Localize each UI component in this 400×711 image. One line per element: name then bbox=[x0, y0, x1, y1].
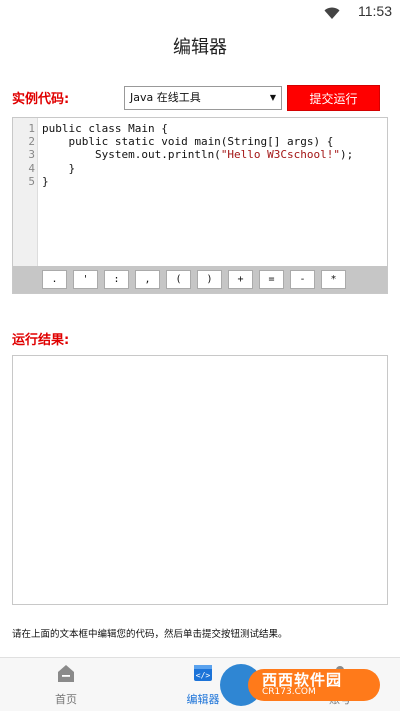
symbol-key[interactable]: + bbox=[228, 270, 253, 289]
status-time: 11:53 bbox=[358, 3, 392, 19]
code-line: } bbox=[42, 161, 76, 175]
code-line: public class Main { bbox=[42, 122, 168, 135]
code-text[interactable]: public class Main { public static void m… bbox=[42, 122, 353, 188]
nav-home[interactable]: 首页 bbox=[26, 662, 106, 707]
home-icon bbox=[55, 665, 77, 688]
symbol-toolbar: . ':, () + = - * bbox=[13, 266, 387, 293]
result-label: 运行结果: bbox=[12, 333, 70, 348]
line-numbers: 12345 bbox=[13, 122, 35, 188]
symbol-key[interactable]: : bbox=[104, 270, 129, 289]
code-line: } bbox=[42, 174, 49, 188]
symbol-key[interactable]: . bbox=[42, 270, 67, 289]
result-output bbox=[12, 355, 388, 605]
language-select[interactable]: Java 在线工具 ▼ bbox=[124, 86, 282, 110]
language-select-value: Java 在线工具 bbox=[130, 91, 201, 104]
symbol-key[interactable]: ' bbox=[73, 270, 98, 289]
code-label: 实例代码: bbox=[12, 92, 70, 107]
code-line: System.out.println("Hello W3Cschool!"); bbox=[42, 148, 354, 162]
line-number: 1 bbox=[28, 122, 35, 135]
line-number: 4 bbox=[28, 161, 35, 175]
status-bar: 11:53 bbox=[0, 0, 400, 24]
svg-text:</>: </> bbox=[196, 671, 211, 680]
dropdown-arrow-icon: ▼ bbox=[269, 93, 276, 102]
nav-home-label: 首页 bbox=[55, 693, 77, 706]
line-number: 2 bbox=[28, 135, 35, 149]
symbol-key[interactable]: - bbox=[290, 270, 315, 289]
submit-run-button[interactable]: 提交运行 bbox=[287, 85, 380, 111]
watermark-logo: 西西软件园 CR173.COM bbox=[220, 664, 380, 706]
code-editor-icon: </> bbox=[192, 665, 214, 688]
page-title: 编辑器 bbox=[173, 37, 227, 58]
symbol-key[interactable]: * bbox=[321, 270, 346, 289]
line-number: 5 bbox=[28, 174, 35, 188]
symbol-key[interactable]: = bbox=[259, 270, 284, 289]
line-number: 3 bbox=[28, 148, 35, 162]
instruction-text: 请在上面的文本框中编辑您的代码，然后单击提交按钮测试结果。 bbox=[12, 629, 288, 640]
code-editor[interactable]: 12345 public class Main { public static … bbox=[12, 117, 388, 294]
watermark-site: CR173.COM bbox=[262, 687, 316, 697]
code-line: public static void main(String[] args) { bbox=[42, 135, 334, 149]
line-number-gutter: 12345 bbox=[13, 118, 38, 266]
wifi-icon bbox=[324, 5, 340, 24]
symbol-key[interactable]: ) bbox=[197, 270, 222, 289]
symbol-key[interactable]: , bbox=[135, 270, 160, 289]
symbol-key[interactable]: ( bbox=[166, 270, 191, 289]
